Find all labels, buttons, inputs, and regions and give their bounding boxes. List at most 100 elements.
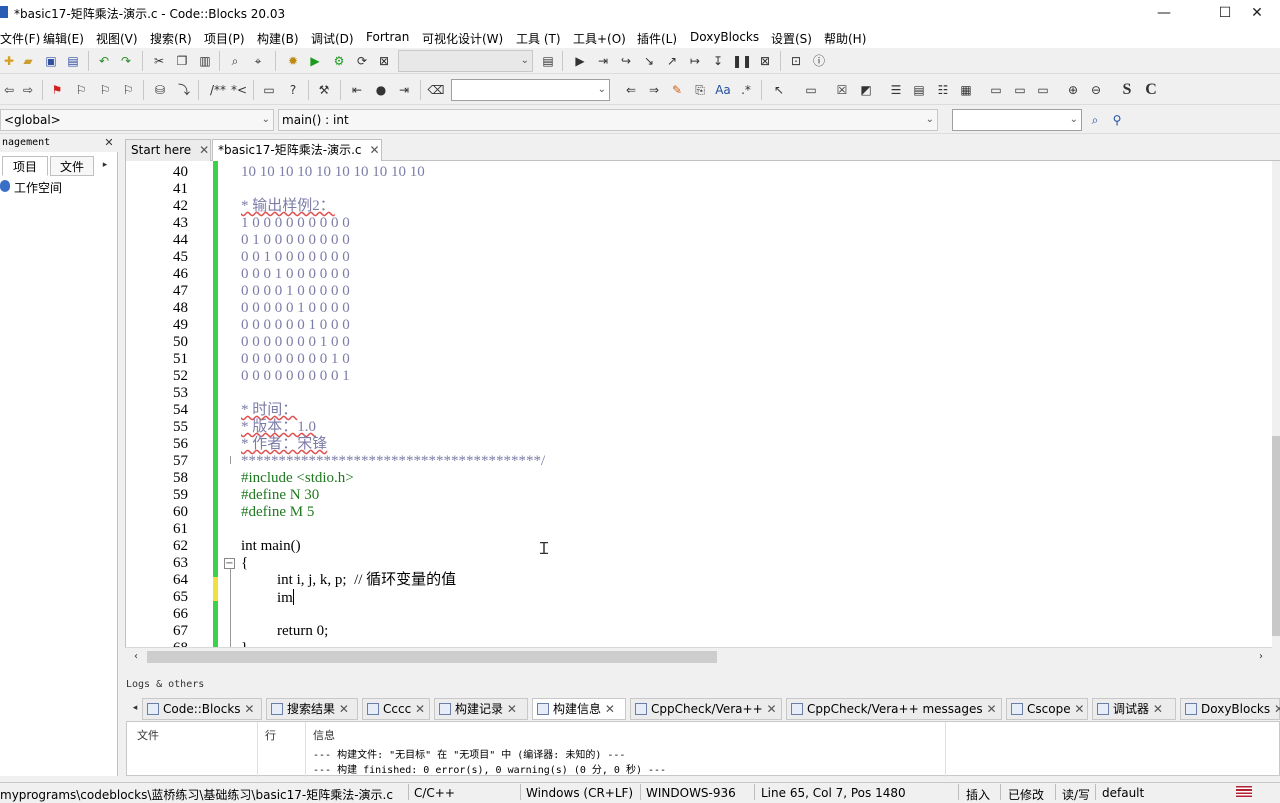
open-folder-icon[interactable]: ▰ (19, 52, 37, 70)
code-line[interactable]: 58 #include <stdio.h> (126, 470, 1272, 487)
code-line[interactable]: 68} (126, 640, 1272, 647)
code-line[interactable]: 41 (126, 181, 1272, 198)
log-tab[interactable]: 构建记录 ✕ (434, 698, 528, 720)
copy-icon[interactable]: ❐ (173, 52, 191, 70)
log-tab[interactable]: Cccc ✕ (362, 698, 430, 720)
code-line[interactable]: 56 * 作者：宋锋 (126, 436, 1272, 453)
marker-icon[interactable]: ● (372, 81, 390, 99)
code-line[interactable]: 65 im (126, 589, 1272, 606)
close-tab-icon[interactable]: ✕ (1071, 702, 1084, 716)
workspace-node[interactable]: 工作空间 (14, 179, 62, 196)
step-instruction-icon[interactable]: ↧ (709, 52, 727, 70)
find-icon[interactable]: ⌕ (226, 52, 244, 70)
close-tab-icon[interactable]: ✕ (601, 702, 615, 716)
next-marker-icon[interactable]: ⇥ (395, 81, 413, 99)
bookmark-toggle-icon[interactable]: ⚑ (48, 81, 66, 99)
step-out-icon[interactable]: ↗ (663, 52, 681, 70)
back-icon[interactable]: ⇦ (0, 81, 18, 99)
replace-icon[interactable]: ⌖ (249, 52, 267, 70)
code-line[interactable]: 49 0 0 0 0 0 0 1 0 0 0 (126, 317, 1272, 334)
menu-plugins[interactable]: 插件(L) (637, 30, 677, 47)
save-icon[interactable]: ▣ (42, 52, 60, 70)
symbol-search-input[interactable]: ⌄ (952, 109, 1082, 131)
log-tab[interactable]: Code::Blocks ✕ (142, 698, 262, 720)
code-line[interactable]: 47 0 0 0 0 1 0 0 0 0 0 (126, 283, 1272, 300)
combo-widget-icon[interactable]: ▤ (910, 81, 928, 99)
editor-vertical-scrollbar[interactable] (1272, 161, 1280, 647)
rebuild-icon[interactable]: ⟳ (353, 52, 371, 70)
code-line[interactable]: 62 int main() (126, 538, 1272, 555)
log-message[interactable]: --- 构建 finished: 0 error(s), 0 warning(s… (313, 761, 666, 776)
button-widget-icon[interactable]: ▭ (802, 81, 820, 99)
close-tab-icon[interactable]: ✕ (370, 143, 380, 157)
stop-debug-icon[interactable]: ⊠ (756, 52, 774, 70)
list-widget-icon[interactable]: ☷ (934, 81, 952, 99)
tab-current-file[interactable]: *basic17-矩阵乘法-演示.c ✕ (212, 139, 382, 161)
log-tab[interactable]: 构建信息 ✕ (532, 698, 626, 720)
comment-line-icon[interactable]: *< (230, 81, 248, 99)
c-icon[interactable]: C (1142, 81, 1160, 99)
grid-widget-icon[interactable]: ▦ (957, 81, 975, 99)
col-message[interactable]: 信息 (313, 727, 335, 743)
minimize-button[interactable]: — (1141, 0, 1187, 26)
code-line[interactable]: 40 10 10 10 10 10 10 10 10 10 10 (126, 164, 1272, 181)
menu-view[interactable]: 视图(V) (96, 30, 138, 47)
menu-project[interactable]: 项目(P) (204, 30, 245, 47)
tool-icon[interactable]: ⚒ (315, 81, 333, 99)
pause-icon[interactable]: ❚❚ (732, 52, 752, 70)
panel-close-icon[interactable]: ✕ (100, 134, 118, 152)
tab-files[interactable]: 文件 (50, 156, 94, 176)
close-tab-icon[interactable]: ✕ (983, 702, 996, 716)
log-tab[interactable]: 搜索结果 ✕ (266, 698, 358, 720)
menu-search[interactable]: 搜索(R) (150, 30, 192, 47)
code-line[interactable]: 64 int i, j, k, p; // 循环变量的值 (126, 572, 1272, 589)
run-to-cursor-icon[interactable]: ⇥ (594, 52, 612, 70)
code-line[interactable]: 50 0 0 0 0 0 0 0 1 0 0 (126, 334, 1272, 351)
debug-run-icon[interactable]: ▶ (571, 52, 589, 70)
save-all-icon[interactable]: ▤ (64, 52, 82, 70)
close-tab-icon[interactable]: ✕ (411, 702, 425, 716)
code-line[interactable]: 44 0 1 0 0 0 0 0 0 0 0 (126, 232, 1272, 249)
settings-symbol-icon[interactable]: ⚲ (1108, 111, 1126, 129)
run-icon[interactable]: ▶ (306, 52, 324, 70)
bookmark-next-icon[interactable]: ⚐ (96, 81, 114, 99)
log-tab[interactable]: Cscope ✕ (1006, 698, 1088, 720)
select-cursor-icon[interactable]: ↖ (770, 81, 788, 99)
menu-build[interactable]: 构建(B) (257, 30, 299, 47)
tab-scroll-right-icon[interactable]: ▸ (98, 156, 112, 174)
build-and-run-icon[interactable]: ⚙ (330, 52, 348, 70)
col-file[interactable]: 文件 (137, 727, 159, 743)
close-tab-icon[interactable]: ✕ (335, 702, 349, 716)
incremental-search-input[interactable]: ⌄ (451, 79, 610, 101)
code-line[interactable]: 53 (126, 385, 1272, 402)
help-doc-icon[interactable]: ? (284, 81, 302, 99)
log-tab[interactable]: DoxyBlocks ✕ (1180, 698, 1280, 720)
step-into-icon[interactable]: ↘ (640, 52, 658, 70)
col-line[interactable]: 行 (265, 727, 276, 743)
tab-start-here[interactable]: Start here ✕ (125, 139, 211, 161)
log-message[interactable]: --- 构建文件: "无目标" 在 "无项目" 中 (编译器: 未知的) --- (313, 746, 625, 761)
scroll-right-icon[interactable]: › (1252, 648, 1270, 666)
textctrl-widget-icon[interactable]: ▭ (1011, 81, 1029, 99)
selected-text-icon[interactable]: ⎘ (691, 81, 709, 99)
code-line[interactable]: 42 * 输出样例2： (126, 198, 1272, 215)
scope-select[interactable]: <global> ⌄ (0, 109, 274, 131)
menu-settings[interactable]: 设置(S) (771, 30, 812, 47)
various-info-icon[interactable]: ⓘ (810, 52, 828, 70)
search-prev-icon[interactable]: ⇐ (622, 81, 640, 99)
code-line[interactable]: 54 * 时间： (126, 402, 1272, 419)
panel-widget-icon[interactable]: ▭ (987, 81, 1005, 99)
close-tab-icon[interactable]: ✕ (1149, 702, 1163, 716)
search-symbol-icon[interactable]: ⌕ (1086, 111, 1104, 129)
close-tab-icon[interactable]: ✕ (763, 702, 776, 716)
cut-icon[interactable]: ✂ (150, 52, 168, 70)
code-line[interactable]: 55 * 版本：1.0 (126, 419, 1272, 436)
jump-icon[interactable]: ⛁ (151, 81, 169, 99)
paste-icon[interactable]: ▥ (196, 52, 214, 70)
listbox-widget-icon[interactable]: ☰ (887, 81, 905, 99)
code-editor[interactable]: − 40 10 10 10 10 10 10 10 10 10 10 41 42 * 输… (125, 161, 1272, 647)
code-line[interactable]: 59 #define N 30 (126, 487, 1272, 504)
menu-visual-design[interactable]: 可视化设计(W) (422, 30, 503, 47)
checkbox-widget-icon[interactable]: ☒ (833, 81, 851, 99)
vscroll-thumb[interactable] (1272, 436, 1280, 636)
